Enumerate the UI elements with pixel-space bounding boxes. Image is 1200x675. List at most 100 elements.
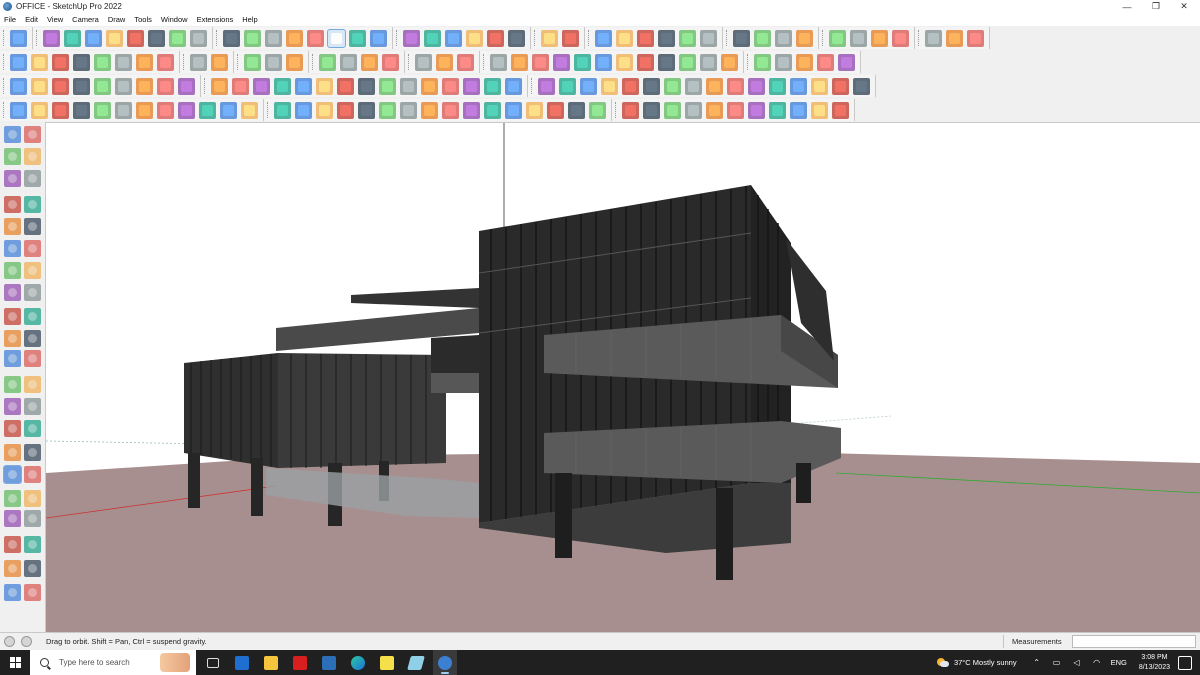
tool-button-icon[interactable] (157, 77, 174, 95)
tool-button-icon[interactable] (685, 101, 702, 119)
palette-tool-icon[interactable] (4, 536, 21, 553)
tool-button-icon[interactable] (10, 29, 27, 47)
tool-button-icon[interactable] (832, 77, 849, 95)
tool-button-icon[interactable] (295, 101, 312, 119)
photoshop-app[interactable] (317, 650, 341, 675)
toolbar-grip[interactable] (822, 30, 824, 46)
tool-button-icon[interactable] (553, 53, 570, 71)
palette-tool-icon[interactable] (4, 350, 21, 367)
tool-button-icon[interactable] (622, 101, 639, 119)
tool-button-icon[interactable] (178, 77, 195, 95)
tool-button-icon[interactable] (244, 53, 261, 71)
tool-button-icon[interactable] (754, 53, 771, 71)
tool-button-icon[interactable] (232, 77, 249, 95)
palette-tool-icon[interactable] (4, 510, 21, 527)
tool-button-icon[interactable] (679, 53, 696, 71)
tool-button-icon[interactable] (466, 29, 483, 47)
menu-help[interactable]: Help (242, 15, 257, 24)
tool-button-icon[interactable] (442, 101, 459, 119)
tool-button-icon[interactable] (64, 29, 81, 47)
tool-button-icon[interactable] (775, 29, 792, 47)
tool-button-icon[interactable] (769, 101, 786, 119)
toolbar-grip[interactable] (408, 54, 410, 70)
tool-button-icon[interactable] (316, 101, 333, 119)
tool-button-icon[interactable] (721, 53, 738, 71)
toolbar-grip[interactable] (312, 54, 314, 70)
tool-button-icon[interactable] (616, 53, 633, 71)
tool-button-icon[interactable] (52, 53, 69, 71)
tool-button-icon[interactable] (94, 101, 111, 119)
tool-button-icon[interactable] (706, 101, 723, 119)
palette-tool-icon[interactable] (4, 308, 21, 325)
tool-button-icon[interactable] (94, 77, 111, 95)
tool-button-icon[interactable] (595, 29, 612, 47)
calculator-app[interactable] (230, 650, 254, 675)
tool-button-icon[interactable] (73, 101, 90, 119)
tool-button-icon[interactable] (541, 29, 558, 47)
palette-tool-icon[interactable] (4, 330, 21, 347)
tool-button-icon[interactable] (361, 53, 378, 71)
tool-button-icon[interactable] (838, 53, 855, 71)
menu-draw[interactable]: Draw (108, 15, 126, 24)
palette-tool-icon[interactable] (24, 170, 41, 187)
tool-button-icon[interactable] (220, 101, 237, 119)
tool-button-icon[interactable] (700, 29, 717, 47)
tool-button-icon[interactable] (424, 29, 441, 47)
tool-button-icon[interactable] (706, 77, 723, 95)
tool-button-icon[interactable] (679, 29, 696, 47)
tool-button-icon[interactable] (400, 101, 417, 119)
palette-tool-icon[interactable] (24, 560, 41, 577)
tool-button-icon[interactable] (379, 77, 396, 95)
tool-button-icon[interactable] (463, 101, 480, 119)
tool-button-icon[interactable] (223, 29, 240, 47)
tool-button-icon[interactable] (853, 77, 870, 95)
tool-button-icon[interactable] (643, 77, 660, 95)
tool-button-icon[interactable] (748, 77, 765, 95)
tool-button-icon[interactable] (829, 29, 846, 47)
tool-button-icon[interactable] (379, 101, 396, 119)
tool-button-icon[interactable] (484, 77, 501, 95)
language-indicator[interactable]: ENG (1111, 658, 1127, 667)
weather-icon[interactable] (936, 657, 949, 668)
palette-tool-icon[interactable] (24, 376, 41, 393)
tool-button-icon[interactable] (10, 101, 27, 119)
palette-tool-icon[interactable] (4, 398, 21, 415)
palette-tool-icon[interactable] (24, 148, 41, 165)
tool-button-icon[interactable] (148, 29, 165, 47)
tool-button-icon[interactable] (769, 77, 786, 95)
tool-button-icon[interactable] (370, 29, 387, 47)
palette-tool-icon[interactable] (4, 240, 21, 257)
tool-button-icon[interactable] (169, 29, 186, 47)
weather-text[interactable]: 37°C Mostly sunny (954, 658, 1017, 667)
palette-tool-icon[interactable] (24, 196, 41, 213)
toolbar-grip[interactable] (483, 54, 485, 70)
tool-button-icon[interactable] (327, 28, 346, 48)
toolbar-grip[interactable] (747, 54, 749, 70)
wifi-icon[interactable]: ◠ (1092, 658, 1102, 668)
close-button[interactable]: ✕ (1172, 0, 1196, 13)
toolbar-grip[interactable] (3, 54, 5, 70)
palette-tool-icon[interactable] (4, 196, 21, 213)
start-button[interactable] (0, 650, 30, 675)
tool-button-icon[interactable] (382, 53, 399, 71)
tool-button-icon[interactable] (421, 101, 438, 119)
tool-button-icon[interactable] (178, 101, 195, 119)
palette-tool-icon[interactable] (4, 284, 21, 301)
acrobat-app[interactable] (288, 650, 312, 675)
tool-button-icon[interactable] (817, 53, 834, 71)
toolbar-grip[interactable] (216, 30, 218, 46)
tool-button-icon[interactable] (115, 101, 132, 119)
menu-edit[interactable]: Edit (25, 15, 38, 24)
tool-button-icon[interactable] (10, 77, 27, 95)
tool-button-icon[interactable] (487, 29, 504, 47)
tool-button-icon[interactable] (727, 101, 744, 119)
palette-tool-icon[interactable] (24, 510, 41, 527)
tool-button-icon[interactable] (664, 101, 681, 119)
tool-button-icon[interactable] (811, 77, 828, 95)
tool-button-icon[interactable] (643, 101, 660, 119)
palette-tool-icon[interactable] (3, 465, 22, 484)
tool-button-icon[interactable] (796, 53, 813, 71)
toolbar-grip[interactable] (615, 102, 617, 118)
sticky-notes-app[interactable] (375, 650, 399, 675)
tool-button-icon[interactable] (241, 101, 258, 119)
